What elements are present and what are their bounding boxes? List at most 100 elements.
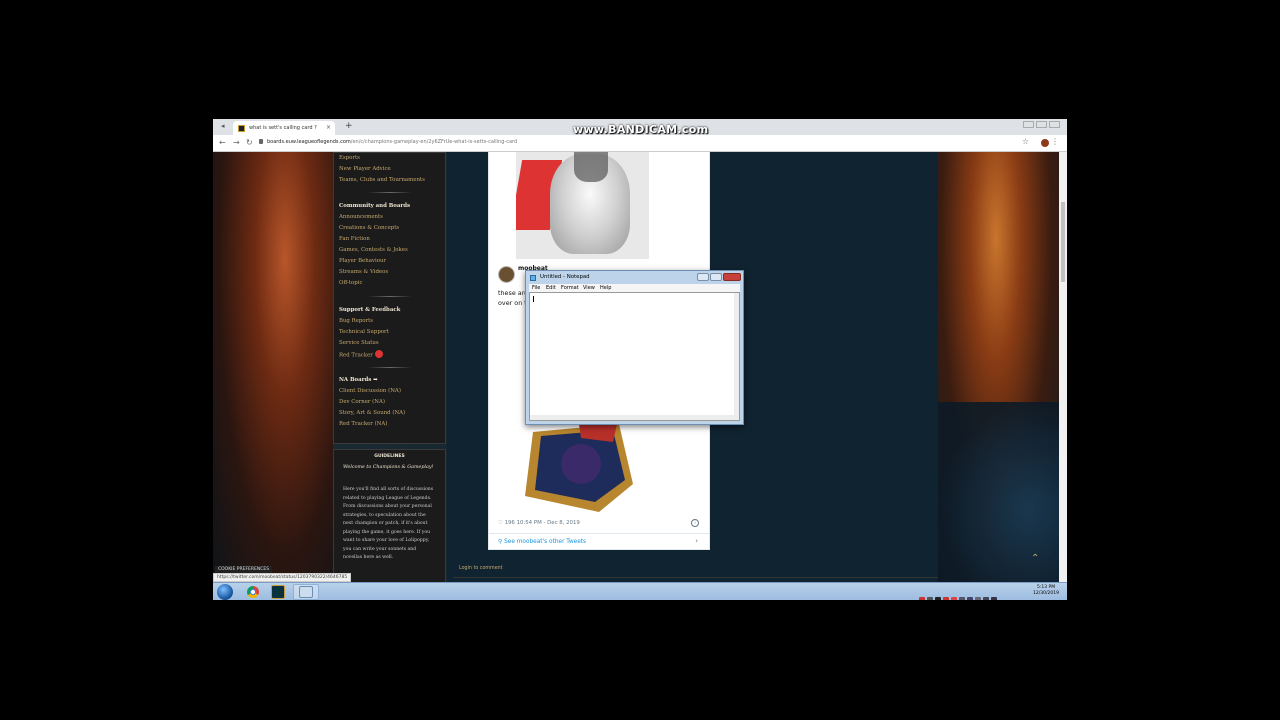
sidebar-link-red-tracker[interactable]: Red Tracker bbox=[339, 350, 383, 359]
card-emblem bbox=[561, 444, 601, 484]
divider bbox=[368, 192, 412, 193]
scrollbar-thumb[interactable] bbox=[1061, 202, 1065, 282]
tweet-sketch-image[interactable] bbox=[516, 152, 649, 259]
sidebar-link-announcements[interactable]: Announcements bbox=[339, 214, 383, 220]
see-other-tweets-link[interactable]: ⚲ See moobeat's other Tweets bbox=[498, 539, 586, 545]
tray-app-icon[interactable] bbox=[935, 597, 941, 600]
profile-avatar[interactable] bbox=[1041, 139, 1049, 147]
calling-card-image[interactable] bbox=[521, 424, 636, 512]
system-tray bbox=[919, 588, 999, 600]
tab-search-icon[interactable]: ◂ bbox=[221, 122, 225, 130]
tray-record-icon[interactable] bbox=[919, 597, 925, 600]
tab-bar: ◂ what is sett's calling card ? × + www.… bbox=[213, 119, 1067, 136]
tray-app-icon[interactable] bbox=[943, 597, 949, 600]
tab-close-icon[interactable]: × bbox=[326, 121, 331, 135]
notepad-minimize-button[interactable] bbox=[697, 273, 709, 281]
tray-app-icon[interactable] bbox=[983, 597, 989, 600]
league-client-taskbar-icon[interactable] bbox=[271, 585, 285, 599]
close-window-button[interactable] bbox=[1049, 121, 1060, 128]
tweet-avatar[interactable] bbox=[498, 266, 515, 283]
notepad-icon bbox=[530, 275, 536, 281]
chrome-taskbar-icon[interactable] bbox=[247, 586, 259, 598]
sidebar-link-fan-fiction[interactable]: Fan Fiction bbox=[339, 236, 370, 242]
menu-format[interactable]: Format bbox=[561, 285, 579, 291]
notepad-taskbar-icon bbox=[299, 586, 313, 598]
sidebar-link-client-discussion[interactable]: Client Discussion (NA) bbox=[339, 388, 401, 394]
heart-icon[interactable]: ♡ bbox=[498, 520, 503, 526]
menu-help[interactable]: Help bbox=[600, 285, 611, 291]
tweet-text: these are over on t bbox=[498, 289, 529, 307]
see-other-tweets-label: See moobeat's other Tweets bbox=[504, 539, 587, 545]
notepad-menubar: File Edit Format View Help bbox=[529, 284, 740, 292]
guidelines-heading: GUIDELINES bbox=[374, 454, 405, 459]
menu-file[interactable]: File bbox=[532, 285, 540, 291]
back-arrow-icon[interactable]: ← bbox=[219, 138, 226, 147]
tray-app-icon[interactable] bbox=[991, 597, 997, 600]
divider bbox=[368, 296, 412, 297]
notepad-horizontal-scrollbar[interactable] bbox=[530, 415, 739, 420]
splash-art-right-lower bbox=[938, 402, 1067, 582]
url-field[interactable]: boards.euw.leagueoflegends.com/en/c/cham… bbox=[267, 139, 517, 145]
page-scrollbar[interactable] bbox=[1059, 152, 1067, 582]
tray-app-icon[interactable] bbox=[927, 597, 933, 600]
menu-view[interactable]: View bbox=[583, 285, 595, 291]
sidebar-link-esports[interactable]: Esports bbox=[339, 155, 360, 161]
url-path: /en/c/champions-gameplay-en/2y6ZFrUe-wha… bbox=[350, 139, 518, 145]
tweet-meta: ♡ 196 10:54 PM - Dec 8, 2019 bbox=[498, 520, 580, 526]
sidebar-link-service-status[interactable]: Service Status bbox=[339, 340, 379, 346]
text-caret bbox=[533, 296, 534, 302]
forward-arrow-icon[interactable]: → bbox=[233, 138, 240, 147]
sidebar-link-off-topic[interactable]: Off-topic bbox=[339, 280, 362, 286]
tweet-divider bbox=[489, 533, 709, 534]
address-bar: ← → ↻ boards.euw.leagueoflegends.com/en/… bbox=[213, 135, 1067, 152]
sidebar-link-technical-support[interactable]: Technical Support bbox=[339, 329, 389, 335]
browser-tab[interactable]: what is sett's calling card ? × bbox=[233, 121, 335, 135]
start-button[interactable] bbox=[217, 584, 233, 600]
tray-network-icon[interactable] bbox=[967, 597, 973, 600]
sidebar-link-streams[interactable]: Streams & Videos bbox=[339, 269, 388, 275]
notepad-window[interactable]: Untitled - Notepad File Edit Format View… bbox=[525, 270, 744, 425]
sidebar-link-teams[interactable]: Teams, Clubs and Tournaments bbox=[339, 177, 425, 183]
tweet-time[interactable]: 10:54 PM - Dec 8, 2019 bbox=[517, 520, 580, 526]
guidelines-welcome: Welcome to Champions & Gameplay! bbox=[343, 465, 434, 470]
notepad-maximize-button[interactable] bbox=[710, 273, 722, 281]
cookie-preferences-button[interactable]: COOKIE PREFERENCES bbox=[215, 566, 273, 573]
new-tab-button[interactable]: + bbox=[345, 121, 353, 131]
tray-app-icon[interactable] bbox=[951, 597, 957, 600]
notepad-vertical-scrollbar[interactable] bbox=[734, 293, 739, 415]
clock-date: 12/30/2019 bbox=[1033, 591, 1059, 596]
taskbar-clock[interactable]: 5:13 PM 12/30/2019 bbox=[1033, 585, 1059, 597]
notepad-close-button[interactable] bbox=[723, 273, 741, 281]
info-icon[interactable]: i bbox=[691, 519, 699, 527]
notepad-text-area[interactable] bbox=[529, 292, 740, 421]
tray-volume-icon[interactable] bbox=[975, 597, 981, 600]
lol-favicon-icon bbox=[238, 125, 245, 132]
maximize-button[interactable] bbox=[1036, 121, 1047, 128]
sidebar-link-red-tracker-na[interactable]: Red Tracker (NA) bbox=[339, 421, 387, 427]
sidebar-link-games-contests[interactable]: Games, Contests & Jokes bbox=[339, 247, 408, 253]
bookmark-star-icon[interactable]: ☆ bbox=[1022, 137, 1029, 146]
support-header: Support & Feedback bbox=[339, 307, 401, 313]
scroll-up-chevron-icon[interactable]: ⌃ bbox=[1031, 553, 1039, 564]
reload-icon[interactable]: ↻ bbox=[246, 138, 253, 147]
lock-icon bbox=[259, 139, 263, 144]
notepad-title: Untitled - Notepad bbox=[540, 274, 590, 280]
minimize-button[interactable] bbox=[1023, 121, 1034, 128]
community-header: Community and Boards bbox=[339, 203, 411, 209]
tray-app-icon[interactable] bbox=[959, 597, 965, 600]
url-host: boards.euw.leagueoflegends.com bbox=[267, 139, 351, 145]
chevron-right-icon[interactable]: › bbox=[695, 537, 698, 545]
sidebar-link-story-art[interactable]: Story, Art & Sound (NA) bbox=[339, 410, 405, 416]
divider bbox=[368, 367, 412, 368]
na-boards-header[interactable]: NA Boards ➡ bbox=[339, 377, 378, 383]
sidebar-link-player-behaviour[interactable]: Player Behaviour bbox=[339, 258, 386, 264]
sidebar-link-dev-corner[interactable]: Dev Corner (NA) bbox=[339, 399, 385, 405]
login-to-comment-link[interactable]: Login to comment bbox=[459, 566, 503, 571]
windows-taskbar: 5:13 PM 12/30/2019 bbox=[213, 582, 1067, 600]
menu-edit[interactable]: Edit bbox=[546, 285, 556, 291]
menu-kebab-icon[interactable]: ⋮ bbox=[1051, 137, 1059, 146]
tab-title: what is sett's calling card ? bbox=[249, 125, 317, 131]
sidebar-link-new-player-advice[interactable]: New Player Advice bbox=[339, 166, 391, 172]
sidebar-link-creations[interactable]: Creations & Concepts bbox=[339, 225, 399, 231]
sidebar-link-bug-reports[interactable]: Bug Reports bbox=[339, 318, 373, 324]
